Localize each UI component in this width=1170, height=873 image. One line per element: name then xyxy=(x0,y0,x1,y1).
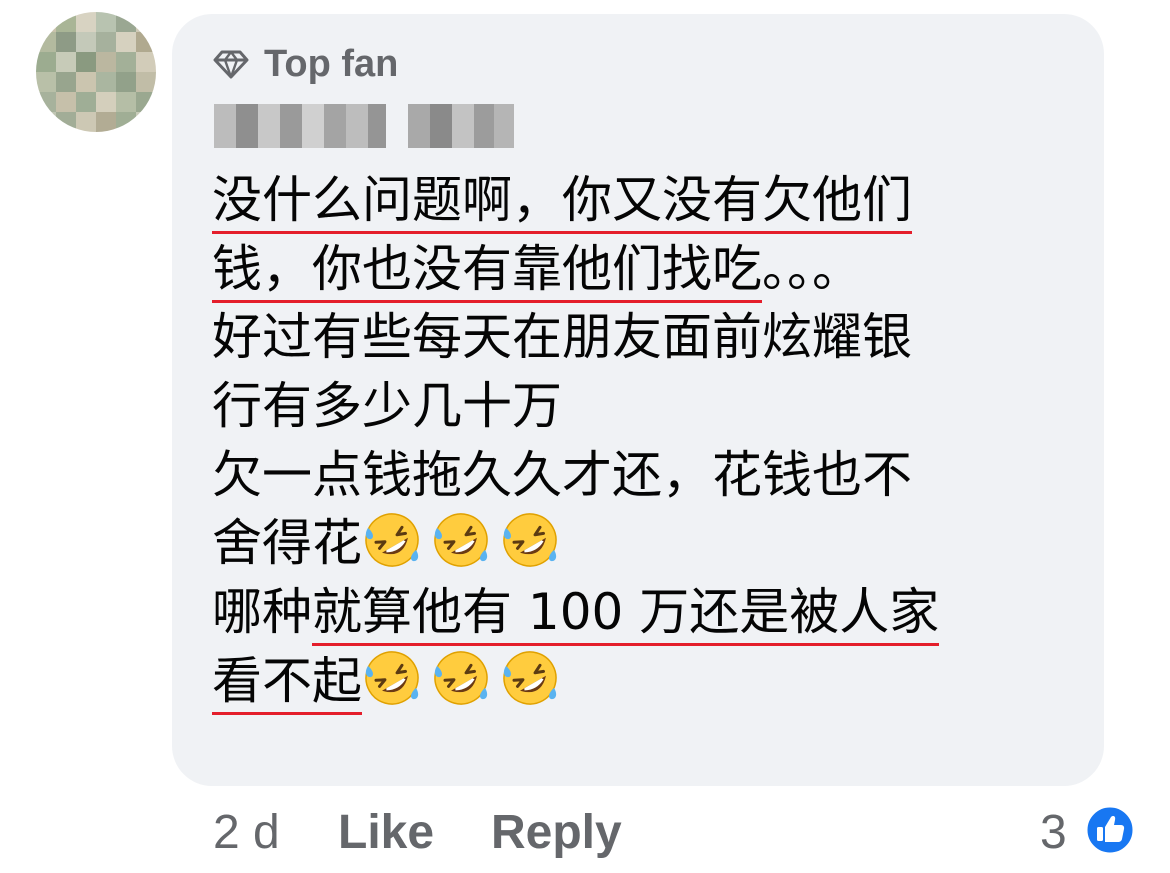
laughing-emoji-icon xyxy=(434,651,488,705)
comment-line: 欠一点钱拖久久才还，花钱也不 xyxy=(212,445,912,504)
timestamp[interactable]: 2 d xyxy=(213,800,280,864)
badge-label: Top fan xyxy=(264,42,399,85)
comment-line: 没什么问题啊，你又没有欠他们 xyxy=(212,166,1092,235)
ellipsis-text: 。。。 xyxy=(762,239,862,298)
avatar[interactable] xyxy=(36,12,156,132)
commenter-name[interactable] xyxy=(214,104,514,148)
laughing-emoji-icon xyxy=(434,513,488,568)
comment-line: 哪种就算他有 100 万还是被人家 xyxy=(212,578,1092,647)
reply-button[interactable]: Reply xyxy=(491,800,622,864)
comment-line: 舍得花 xyxy=(212,509,1092,578)
comment-line: 钱，你也没有靠他们找吃。。。 xyxy=(212,235,1092,304)
underlined-text: 就算他有 100 万还是被人家 xyxy=(312,583,940,647)
emoji-group xyxy=(362,651,569,710)
top-fan-badge: Top fan xyxy=(212,42,398,86)
line-text: 舍得花 xyxy=(212,514,362,573)
diamond-icon xyxy=(213,50,249,79)
comment-text: 没什么问题啊，你又没有欠他们 钱，你也没有靠他们找吃。。。 好过有些每天在朋友面… xyxy=(212,166,1092,716)
underlined-text: 没什么问题啊，你又没有欠他们 xyxy=(212,171,912,234)
laughing-emoji-icon xyxy=(365,651,419,705)
underlined-text: 看不起 xyxy=(212,651,362,715)
comment-line: 看不起 xyxy=(212,647,1092,716)
emoji-group xyxy=(362,513,569,572)
comment-line: 行有多少几十万 xyxy=(212,377,562,436)
comment-line: 好过有些每天在朋友面前炫耀银 xyxy=(212,308,912,367)
line-text: 哪种 xyxy=(212,583,312,642)
laughing-emoji-icon xyxy=(365,513,419,568)
laughing-emoji-icon xyxy=(503,513,557,568)
like-button[interactable]: Like xyxy=(338,800,434,864)
reaction-count[interactable]: 3 xyxy=(1040,800,1067,864)
thumbs-up-icon[interactable] xyxy=(1084,804,1136,856)
laughing-emoji-icon xyxy=(503,651,557,705)
underlined-text: 钱，你也没有靠他们找吃 xyxy=(212,239,762,303)
